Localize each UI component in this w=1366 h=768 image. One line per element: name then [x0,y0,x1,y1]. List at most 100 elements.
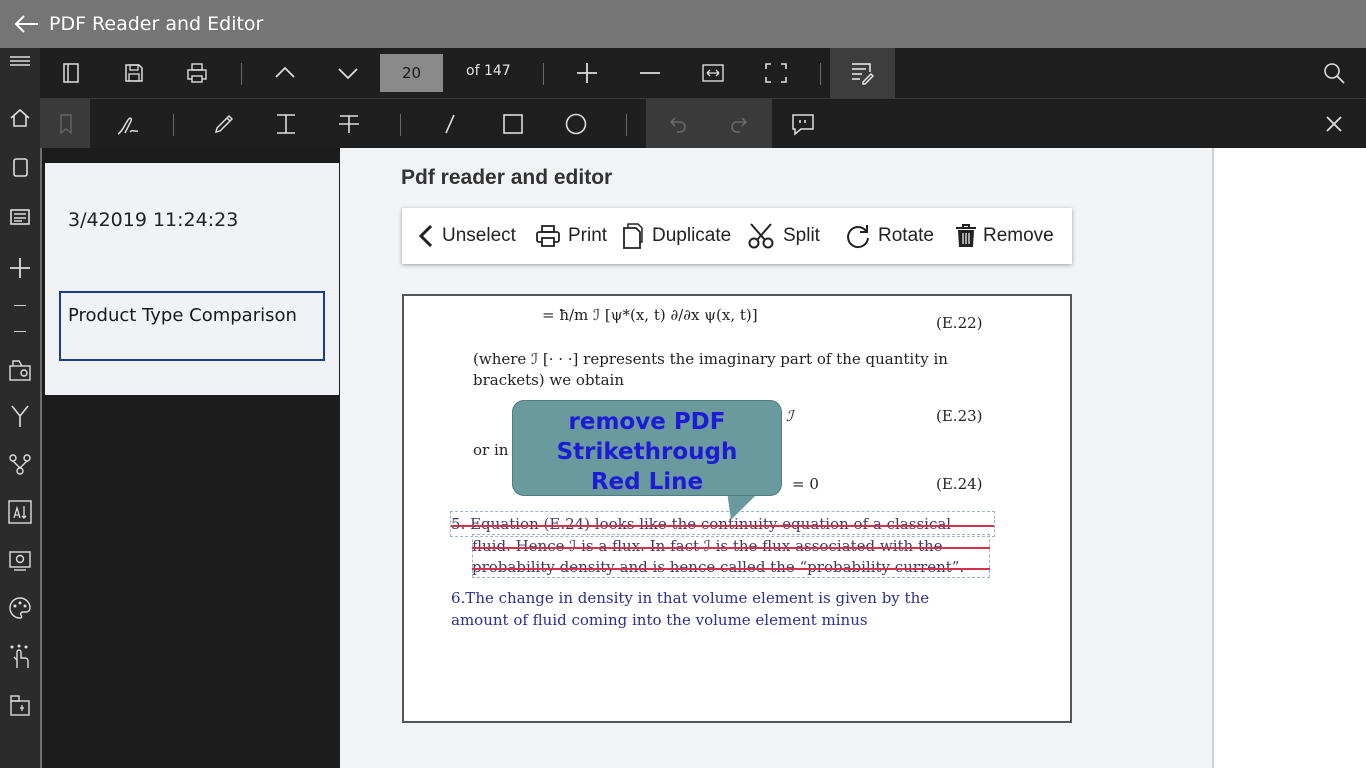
left-panel: 3/42019 11:24:23 Product Type Comparison [40,148,340,768]
bookmark-button[interactable] [40,99,90,149]
main-toolbar: 20 of 147 [40,48,1366,98]
palette-icon[interactable] [6,594,34,622]
page-icon[interactable] [6,154,34,182]
annotation-toolbar [40,98,1366,149]
paragraph-line: brackets) we obtain [473,371,624,389]
touch-icon[interactable] [6,642,34,670]
toolbar-separator [543,63,544,85]
line-tool-icon[interactable] [436,110,464,138]
remove-button[interactable]: Remove [955,208,1054,264]
toolbar-separator [241,63,242,85]
slideshow-icon[interactable] [6,546,34,574]
zoom-out-icon[interactable] [636,59,664,87]
equation-label: (E.24) [936,475,983,493]
next-page-icon[interactable] [334,59,362,87]
sort-icon[interactable] [6,498,34,526]
paragraph-line: or in [473,441,509,459]
page-number-input[interactable]: 20 [380,54,443,92]
fullscreen-icon[interactable] [762,59,790,87]
left-rail [0,48,40,768]
ellipse-tool-icon[interactable] [562,110,590,138]
file-timestamp: 3/42019 11:24:23 [68,209,239,231]
strikethrough-mark[interactable] [451,525,994,527]
file-name-label: Product Type Comparison [68,305,297,326]
callout-line: Red Line [590,469,704,495]
rotate-icon [847,225,869,249]
strikethrough-mark[interactable] [472,568,990,570]
app-title: PDF Reader and Editor [49,13,264,35]
toolbar-separator [173,114,174,136]
image-tools-icon[interactable] [6,356,34,384]
toolbar-separator [626,114,627,136]
strikethrough-mark[interactable] [472,547,990,549]
undo-redo-group [646,99,772,149]
strike-text-line: 5. Equation (E.24) looks like the contin… [451,515,952,533]
unselect-label: Unselect [442,225,516,246]
equation-label: (E.22) [936,314,983,332]
comment-icon[interactable] [789,110,817,138]
equation-label: (E.23) [936,407,983,425]
previous-page-icon[interactable] [271,59,299,87]
pdf-page[interactable]: = ħ/m ℐ [ψ*(x, t) ∂/∂x ψ(x, t)] (E.22) (… [402,294,1072,723]
save-icon[interactable] [120,59,148,87]
paragraph-line: (where ℐ [· · ·] represents the imaginar… [473,350,948,368]
rectangle-tool-icon[interactable] [499,110,527,138]
bookmark-icon [52,110,80,138]
paragraph-line: 6.The change in density in that volume e… [451,589,930,607]
bookmark-panel-icon[interactable] [57,59,85,87]
zoom-in-icon[interactable] [573,59,601,87]
hamburger-menu-icon[interactable] [6,50,34,78]
duplicate-button[interactable]: Duplicate [620,208,731,264]
text-cursor-icon[interactable] [272,110,300,138]
rail-divider [14,305,26,306]
page-heading: Pdf reader and editor [401,166,613,189]
split-label: Split [783,225,820,246]
scissors-icon [748,223,774,249]
add-icon[interactable] [6,254,34,282]
file-name-field[interactable]: Product Type Comparison [59,291,325,361]
highlighter-icon[interactable] [210,110,238,138]
paragraph-line: amount of fluid coming into the volume e… [451,611,868,629]
rail-divider [14,331,26,332]
callout-bubble: remove PDF Strikethrough Red Line [512,400,782,496]
title-bar: PDF Reader and Editor [0,0,1366,48]
remove-label: Remove [983,225,1054,246]
print-button[interactable]: Print [534,208,607,264]
equation-e22: = ħ/m ℐ [ψ*(x, t) ∂/∂x ψ(x, t)] [542,306,758,324]
equation-e23: ℐ [786,407,794,425]
page-action-menu: Unselect Print Duplicate Split Rotate Re… [402,208,1072,264]
file-card[interactable]: 3/42019 11:24:23 Product Type Comparison [45,163,339,395]
callout-line: Strikethrough [556,439,738,465]
strike-text-line: fluid. Hence ℐ is a flux. In fact ℐ is t… [472,537,943,555]
equation-e24: = 0 [792,475,819,493]
annotate-icon [848,59,876,87]
home-icon[interactable] [6,104,34,132]
back-arrow-icon[interactable] [12,12,40,36]
signature-icon[interactable] [114,110,142,138]
duplicate-icon [623,223,643,249]
print-icon [536,225,560,247]
chevron-left-icon [418,224,433,248]
fit-width-icon[interactable] [699,59,727,87]
page-count: of 147 [466,63,511,79]
strike-text-line: probability density and is hence called … [472,558,965,576]
search-icon[interactable] [1320,59,1348,87]
trash-icon [956,224,976,247]
undo-icon[interactable] [663,110,691,138]
document-list-icon[interactable] [6,204,34,232]
organize-icon[interactable] [6,450,34,478]
unselect-button[interactable]: Unselect [416,208,516,264]
split-button[interactable]: Split [747,208,820,264]
main-content: Pdf reader and editor Unselect Print Dup… [340,148,1214,768]
print-icon[interactable] [183,59,211,87]
redo-icon[interactable] [726,110,754,138]
settings-icon[interactable] [6,692,34,720]
rotate-button[interactable]: Rotate [844,208,934,264]
annotate-mode-button[interactable] [830,48,895,98]
toolbar-separator [820,63,821,85]
duplicate-label: Duplicate [652,225,732,246]
close-icon[interactable] [1320,110,1348,138]
merge-icon[interactable] [6,402,34,430]
strikethrough-icon[interactable] [335,110,363,138]
toolbar-separator [400,114,401,136]
